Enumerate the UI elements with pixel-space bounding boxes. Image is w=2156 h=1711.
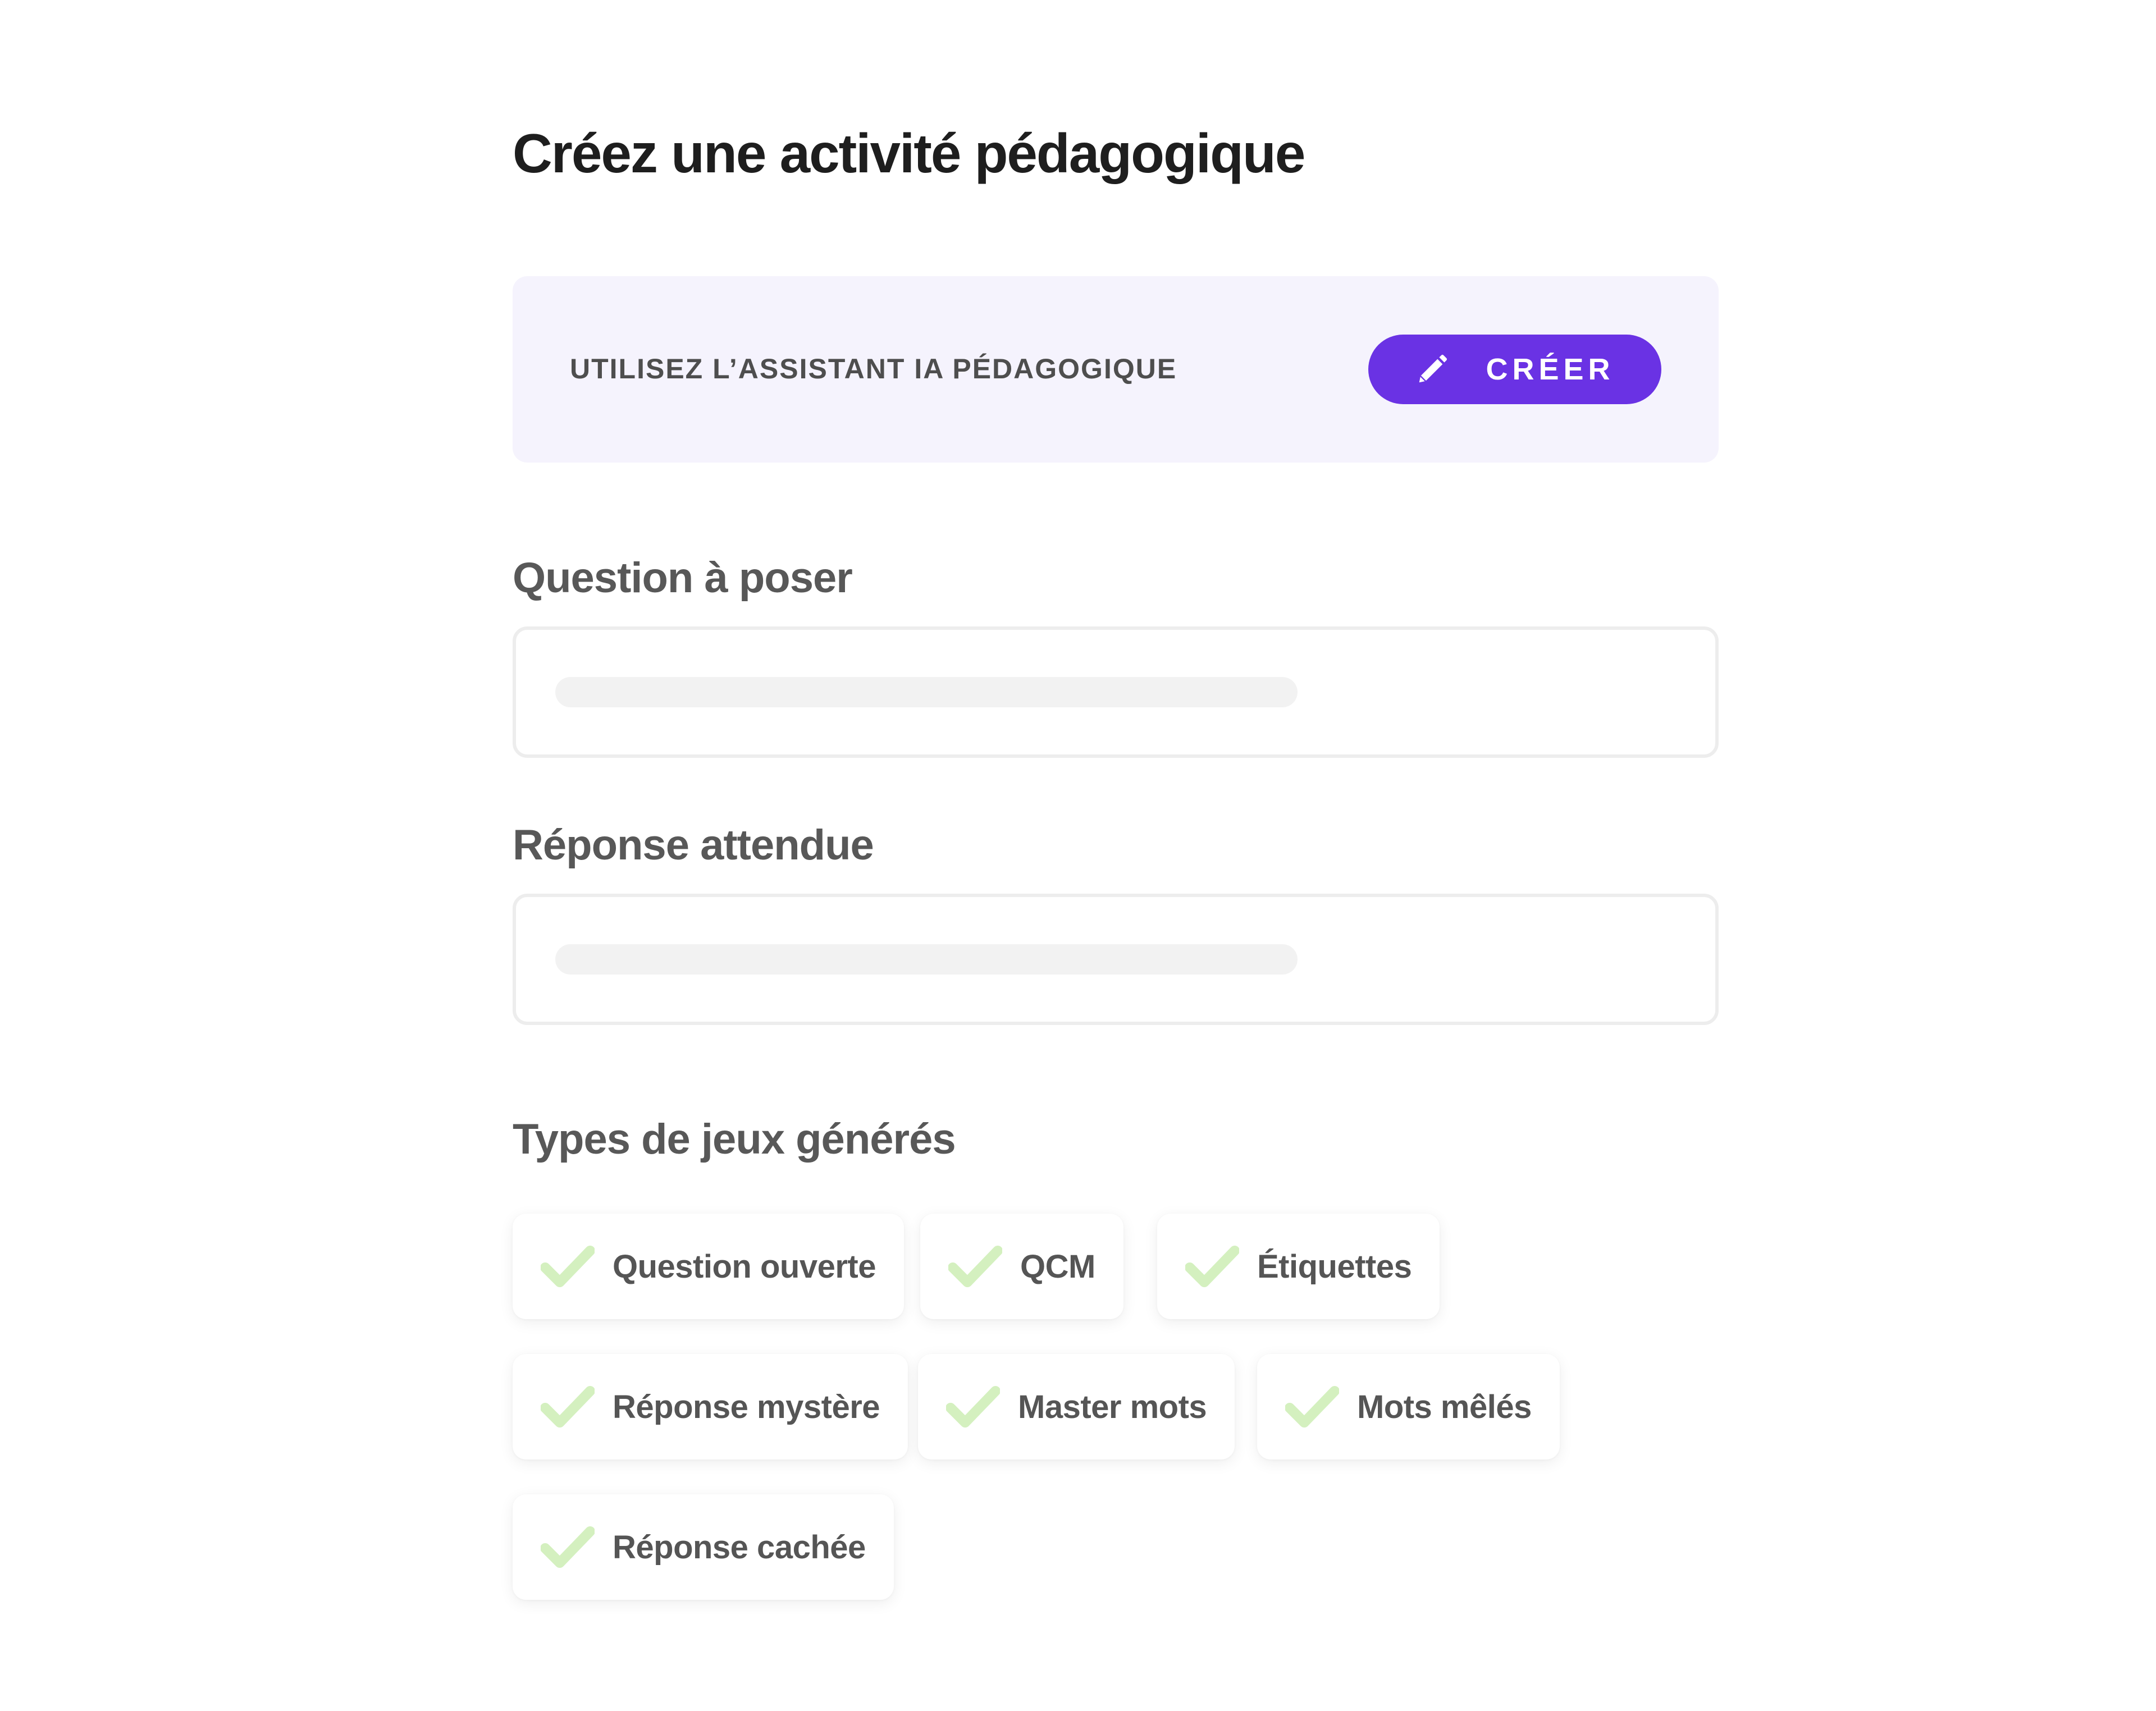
game-type-chip-mots-meles[interactable]: Mots mêlés [1257,1354,1560,1460]
game-types-label: Types de jeux générés [513,1115,956,1163]
game-type-label: Mots mêlés [1357,1388,1532,1425]
ai-assistant-label: UTILISEZ L’ASSISTANT IA PÉDAGOGIQUE [570,353,1177,385]
game-type-chip-master-mots[interactable]: Master mots [918,1354,1235,1460]
checkmark-icon [541,1526,595,1568]
game-type-label: Master mots [1018,1388,1207,1425]
page-title: Créez une activité pédagogique [513,122,1305,184]
game-type-chip-qcm[interactable]: QCM [920,1214,1123,1319]
game-type-chip-reponse-mystere[interactable]: Réponse mystère [513,1354,908,1460]
checkmark-icon [1285,1386,1339,1428]
game-type-label: Question ouverte [613,1248,876,1285]
answer-label: Réponse attendue [513,821,874,869]
pencil-icon [1419,354,1447,383]
create-button-label: CRÉER [1486,353,1615,386]
game-type-label: QCM [1020,1248,1095,1285]
checkmark-icon [946,1386,1000,1428]
game-type-label: Réponse mystère [613,1388,880,1425]
game-type-label: Étiquettes [1257,1248,1412,1285]
ai-assistant-banner: UTILISEZ L’ASSISTANT IA PÉDAGOGIQUE CRÉE… [513,276,1719,463]
game-type-chip-question-ouverte[interactable]: Question ouverte [513,1214,904,1319]
checkmark-icon [948,1246,1002,1287]
game-type-chip-etiquettes[interactable]: Étiquettes [1157,1214,1440,1319]
checkmark-icon [1185,1246,1239,1287]
checkmark-icon [541,1386,595,1428]
game-type-chip-reponse-cachee[interactable]: Réponse cachée [513,1494,894,1600]
question-label: Question à poser [513,554,853,602]
question-field[interactable] [513,626,1719,758]
answer-input[interactable] [516,897,1715,1022]
game-type-label: Réponse cachée [613,1529,866,1566]
create-button[interactable]: CRÉER [1368,335,1661,404]
checkmark-icon [541,1246,595,1287]
answer-field[interactable] [513,894,1719,1025]
question-input[interactable] [516,630,1715,754]
